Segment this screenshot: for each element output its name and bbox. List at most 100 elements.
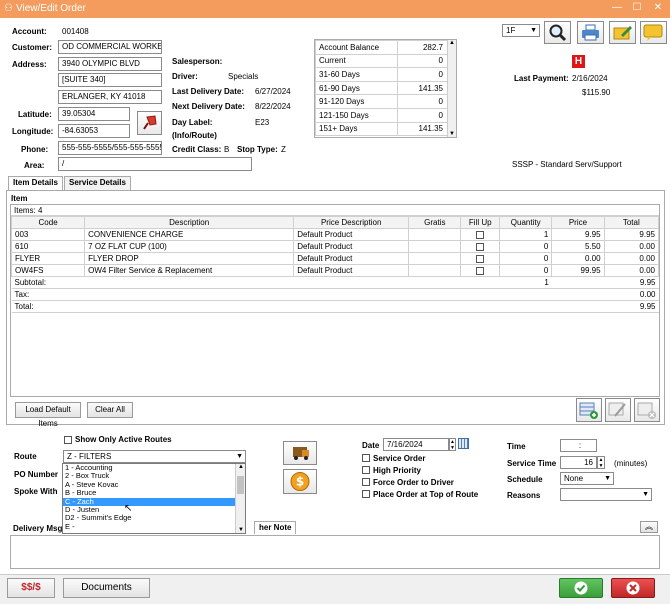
delete-item-button[interactable] xyxy=(634,398,660,422)
printer-icon xyxy=(582,24,599,41)
balance-row-label: Current xyxy=(315,53,398,69)
scroll-down-icon[interactable]: ▼ xyxy=(449,131,455,137)
table-row[interactable]: FLYER FLYER DROP Default Product 0 0.00 0.00 xyxy=(11,252,659,265)
schedule-combo[interactable]: None ▼ xyxy=(560,472,614,485)
tax-row: Tax: 0.00 xyxy=(11,288,659,301)
close-button[interactable]: ✕ xyxy=(651,2,665,14)
scroll-down-icon[interactable]: ▼ xyxy=(238,527,244,533)
address-line3-field[interactable]: ERLANGER, KY 41018 xyxy=(58,90,162,104)
info-route-label: (Info/Route) xyxy=(172,131,217,140)
area-field[interactable]: / xyxy=(58,157,252,171)
date-field[interactable]: 7/16/2024 xyxy=(383,438,449,451)
route-dropdown-list[interactable]: 1 - Accounting 2 - Box Truck A - Steve Kov… xyxy=(62,463,246,534)
column-header[interactable]: Price Description xyxy=(293,216,410,229)
date-label: Date xyxy=(362,441,380,450)
scroll-thumb[interactable] xyxy=(237,476,244,494)
phone-label: Phone: xyxy=(21,145,49,154)
customer-field[interactable]: OD COMMERCIAL WORKERS xyxy=(58,40,162,54)
h-badge: H xyxy=(572,55,585,68)
tab-service-details[interactable]: Service Details xyxy=(64,176,131,190)
calendar-icon[interactable] xyxy=(458,438,469,449)
longitude-field[interactable]: -84.63053 xyxy=(58,124,130,138)
print-button[interactable] xyxy=(577,21,604,44)
last-delivery-label: Last Delivery Date: xyxy=(172,87,245,96)
service-time-spinner[interactable]: ▲ ▼ xyxy=(597,456,605,469)
column-header[interactable]: Total xyxy=(603,216,659,229)
cell-total: 9.95 xyxy=(603,228,659,241)
maximize-button[interactable]: ☐ xyxy=(630,2,644,14)
customer-label: Customer: xyxy=(12,43,53,52)
load-default-items-button[interactable]: Load Default Items xyxy=(15,402,81,428)
dollar-button[interactable]: $$/$ xyxy=(7,578,55,598)
route-option[interactable]: E - xyxy=(63,522,236,531)
force-driver-checkbox[interactable] xyxy=(362,478,370,486)
documents-button[interactable]: Documents xyxy=(63,578,150,598)
minimize-button[interactable]: — xyxy=(610,2,624,14)
scroll-up-icon[interactable]: ▲ xyxy=(449,40,455,46)
location-combo[interactable]: 1F ▼ xyxy=(502,24,540,37)
balance-scrollbar[interactable]: ▲ ▼ xyxy=(447,40,456,137)
phone-field[interactable]: 555-555-5555/555-555-5555 / 5 xyxy=(58,141,162,155)
force-driver-label: Force Order to Driver xyxy=(373,478,454,487)
last-payment-amount: $115.90 xyxy=(582,88,611,97)
route-list-scrollbar[interactable]: ▲ ▼ xyxy=(235,464,245,533)
fill-up-cell xyxy=(460,252,501,265)
cell-price: 0.00 xyxy=(551,252,605,265)
title-bar: ⚇ View/Edit Order — ☐ ✕ xyxy=(0,0,670,18)
high-priority-checkbox[interactable] xyxy=(362,466,370,474)
summary-label: Subtotal: xyxy=(11,276,85,289)
payment-button[interactable]: $ xyxy=(283,469,317,494)
cell-gratis xyxy=(408,264,462,277)
scroll-up-icon[interactable]: ▲ xyxy=(238,464,244,470)
search-button[interactable] xyxy=(544,21,571,44)
column-header[interactable]: Description xyxy=(84,216,295,229)
delete-row-icon xyxy=(637,402,656,419)
add-item-button[interactable] xyxy=(576,398,602,422)
cell-qty: 1 xyxy=(499,228,553,241)
ok-button[interactable] xyxy=(559,578,603,598)
delivery-msg-textarea[interactable] xyxy=(10,535,660,569)
tab-item-details[interactable]: Item Details xyxy=(8,176,63,190)
balance-row: 61-90 Days 141.35 xyxy=(315,80,456,96)
route-option[interactable]: D2 - Summit's Edge xyxy=(63,513,236,522)
other-note-tab[interactable]: her Note xyxy=(254,521,297,534)
service-time-field[interactable]: 16 xyxy=(560,456,597,469)
service-order-checkbox[interactable] xyxy=(362,454,370,462)
clear-all-button[interactable]: Clear All xyxy=(87,402,133,418)
fill-up-checkbox[interactable] xyxy=(476,230,485,239)
cancel-button[interactable] xyxy=(611,578,655,598)
address-line1-field[interactable]: 3940 OLYMPIC BLVD xyxy=(58,57,162,71)
column-header[interactable]: Fill Up xyxy=(460,216,501,229)
map-pin-button[interactable] xyxy=(137,111,162,135)
time-field[interactable]: : xyxy=(560,439,597,452)
fill-up-checkbox[interactable] xyxy=(476,254,485,263)
latitude-field[interactable]: 39.05304 xyxy=(58,107,130,121)
route-combo[interactable]: Z - FILTERS ▼ xyxy=(63,450,246,463)
table-row[interactable]: 610 7 OZ FLAT CUP (100) Default Product 0 5.… xyxy=(11,240,659,253)
cell-qty: 0 xyxy=(499,252,553,265)
collapse-button[interactable]: ︽ xyxy=(640,521,658,533)
table-row[interactable]: 003 CONVENIENCE CHARGE Default Product 1 9.9… xyxy=(11,228,659,241)
delivery-msg-tab[interactable]: Delivery Msg xyxy=(13,524,62,533)
fill-up-checkbox[interactable] xyxy=(476,266,485,275)
column-header[interactable]: Gratis xyxy=(408,216,462,229)
show-active-routes-checkbox[interactable] xyxy=(64,436,72,444)
show-active-routes-label: Show Only Active Routes xyxy=(75,435,172,444)
day-label-label: Day Label: xyxy=(172,118,213,127)
column-header[interactable]: Price xyxy=(551,216,605,229)
column-header[interactable]: Quantity xyxy=(499,216,553,229)
balance-row-label: 91-120 Days xyxy=(315,94,398,109)
table-row[interactable]: OW4FS OW4 Filter Service & Replacement Def… xyxy=(11,264,659,277)
reasons-combo[interactable]: ▼ xyxy=(560,488,652,501)
truck-button[interactable] xyxy=(283,441,317,465)
address-line2-field[interactable]: [SUITE 340] xyxy=(58,73,162,87)
column-header[interactable]: Code xyxy=(11,216,86,229)
cell-code: OW4FS xyxy=(11,264,86,277)
balance-row-label: Account Balance xyxy=(315,40,398,55)
edit-item-button[interactable] xyxy=(605,398,631,422)
fill-up-checkbox[interactable] xyxy=(476,242,485,251)
date-spinner[interactable]: ▲ ▼ xyxy=(449,438,456,451)
edit-note-button[interactable] xyxy=(609,21,636,44)
place-top-checkbox[interactable] xyxy=(362,490,370,498)
messages-button[interactable] xyxy=(640,21,667,44)
